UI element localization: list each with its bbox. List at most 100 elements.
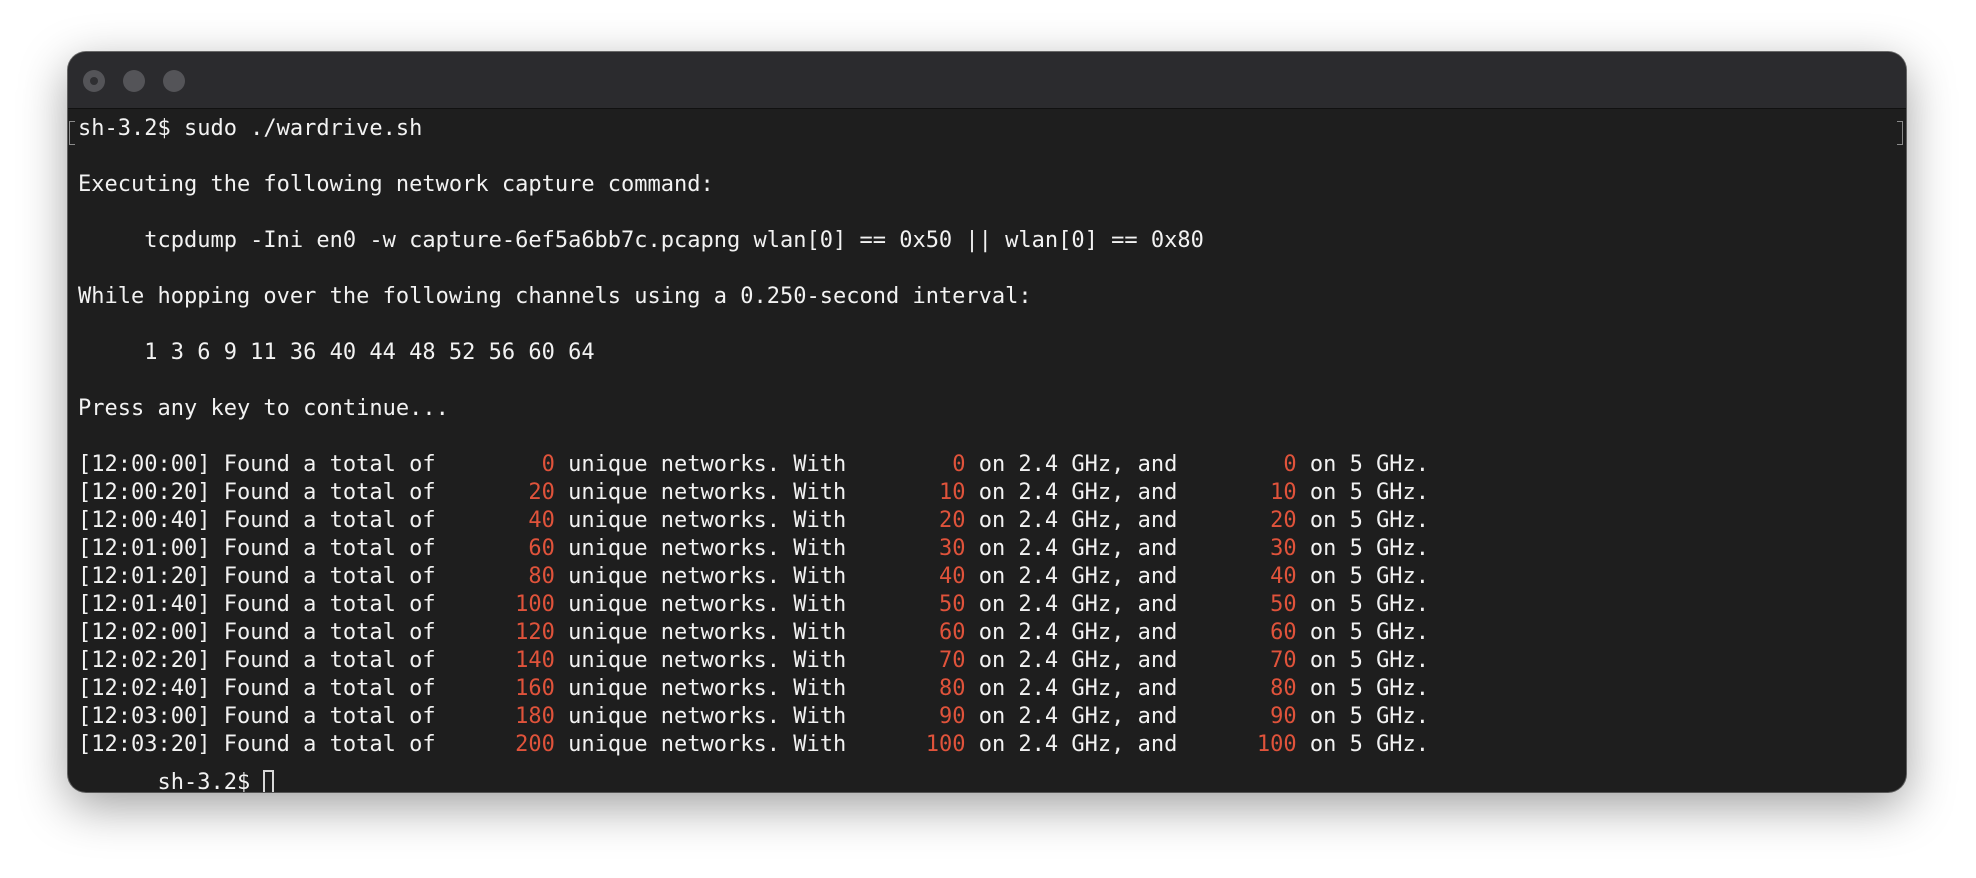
channel-list: 1 3 6 9 11 36 40 44 48 52 56 60 64 [78,340,595,365]
terminal-window: sh-3.2$ sudo ./wardrive.sh Executing the… [68,52,1906,792]
log-row: [12:02:40] Found a total of 160 unique n… [78,675,1429,703]
log-label: on 5 GHz. [1296,592,1430,617]
log-row: [12:03:00] Found a total of 180 unique n… [78,703,1429,731]
log-label: Found a total of [210,452,449,477]
terminal-screen[interactable]: sh-3.2$ sudo ./wardrive.sh Executing the… [68,109,1906,792]
log-row: [12:01:00] Found a total of 60 unique ne… [78,535,1429,563]
log-row: [12:03:20] Found a total of 200 unique n… [78,731,1429,759]
log-label: unique networks. With [554,620,860,645]
log-5ghz-count: 70 [1190,648,1297,673]
capture-command: tcpdump -Ini en0 -w capture-6ef5a6bb7c.p… [78,228,1204,253]
log-5ghz-count: 60 [1190,620,1297,645]
log-label: Found a total of [210,508,449,533]
log-label: on 5 GHz. [1296,508,1430,533]
log-24ghz-count: 20 [859,508,966,533]
log-label: on 2.4 GHz, and [965,452,1191,477]
log-label: on 2.4 GHz, and [965,704,1191,729]
log-label: Found a total of [210,480,449,505]
log-5ghz-count: 50 [1190,592,1297,617]
log-label: on 5 GHz. [1296,676,1430,701]
log-total-count: 120 [448,620,555,645]
log-time: [12:00:00] [78,452,211,477]
log-row: [12:00:40] Found a total of 40 unique ne… [78,507,1429,535]
log-24ghz-count: 70 [859,648,966,673]
log-24ghz-count: 50 [859,592,966,617]
log-24ghz-count: 30 [859,536,966,561]
log-row: [12:00:00] Found a total of 0 unique net… [78,451,1429,479]
log-label: on 2.4 GHz, and [965,564,1191,589]
log-total-count: 200 [448,732,555,757]
log-label: on 2.4 GHz, and [965,732,1191,757]
log-5ghz-count: 0 [1190,452,1297,477]
log-total-count: 20 [448,480,555,505]
close-icon[interactable] [83,70,105,92]
log-row: [12:00:20] Found a total of 20 unique ne… [78,479,1429,507]
log-24ghz-count: 10 [859,480,966,505]
log-total-count: 180 [448,704,555,729]
log-label: Found a total of [210,704,449,729]
log-time: [12:01:20] [78,564,211,589]
exec-intro: Executing the following network capture … [78,172,714,197]
log-label: Found a total of [210,536,449,561]
log-label: on 2.4 GHz, and [965,676,1191,701]
log-row: [12:01:20] Found a total of 80 unique ne… [78,563,1429,591]
log-label: on 2.4 GHz, and [965,592,1191,617]
log-time: [12:03:00] [78,704,211,729]
log-label: unique networks. With [554,564,860,589]
log-5ghz-count: 80 [1190,676,1297,701]
log-row: [12:02:20] Found a total of 140 unique n… [78,647,1429,675]
final-prompt: sh-3.2$ [157,770,264,792]
press-key-prompt: Press any key to continue... [78,396,449,421]
log-time: [12:00:40] [78,508,211,533]
log-24ghz-count: 40 [859,564,966,589]
text-cursor [263,770,275,792]
log-24ghz-count: 0 [859,452,966,477]
log-label: on 5 GHz. [1296,648,1430,673]
log-time: [12:01:00] [78,536,211,561]
log-label: unique networks. With [554,480,860,505]
log-time: [12:00:20] [78,480,211,505]
log-label: on 2.4 GHz, and [965,620,1191,645]
log-row: [12:02:00] Found a total of 120 unique n… [78,619,1429,647]
minimize-icon[interactable] [123,70,145,92]
log-label: on 5 GHz. [1296,704,1430,729]
log-5ghz-count: 40 [1190,564,1297,589]
log-label: on 2.4 GHz, and [965,536,1191,561]
log-label: Found a total of [210,620,449,645]
zoom-icon[interactable] [163,70,185,92]
log-24ghz-count: 90 [859,704,966,729]
log-time: [12:02:00] [78,620,211,645]
hop-intro: While hopping over the following channel… [78,284,1032,309]
log-time: [12:02:20] [78,648,211,673]
log-label: on 5 GHz. [1296,620,1430,645]
log-24ghz-count: 60 [859,620,966,645]
log-label: unique networks. With [554,676,860,701]
log-label: on 5 GHz. [1296,536,1430,561]
log-time: [12:02:40] [78,676,211,701]
log-label: Found a total of [210,592,449,617]
log-label: unique networks. With [554,704,860,729]
log-label: unique networks. With [554,452,860,477]
log-row: [12:01:40] Found a total of 100 unique n… [78,591,1429,619]
log-label: on 5 GHz. [1296,732,1430,757]
mark-bracket-left [69,121,75,145]
log-total-count: 40 [448,508,555,533]
log-label: unique networks. With [554,508,860,533]
log-total-count: 80 [448,564,555,589]
log-label: Found a total of [210,676,449,701]
log-5ghz-count: 90 [1190,704,1297,729]
log-total-count: 0 [448,452,555,477]
title-bar[interactable] [68,52,1906,109]
log-label: on 5 GHz. [1296,480,1430,505]
log-5ghz-count: 20 [1190,508,1297,533]
log-label: on 2.4 GHz, and [965,648,1191,673]
log-label: unique networks. With [554,648,860,673]
log-total-count: 60 [448,536,555,561]
log-5ghz-count: 10 [1190,480,1297,505]
log-5ghz-count: 30 [1190,536,1297,561]
log-label: unique networks. With [554,732,860,757]
log-total-count: 100 [448,592,555,617]
final-prompt-line: sh-3.2$ [78,741,275,792]
log-label: Found a total of [210,564,449,589]
log-24ghz-count: 80 [859,676,966,701]
